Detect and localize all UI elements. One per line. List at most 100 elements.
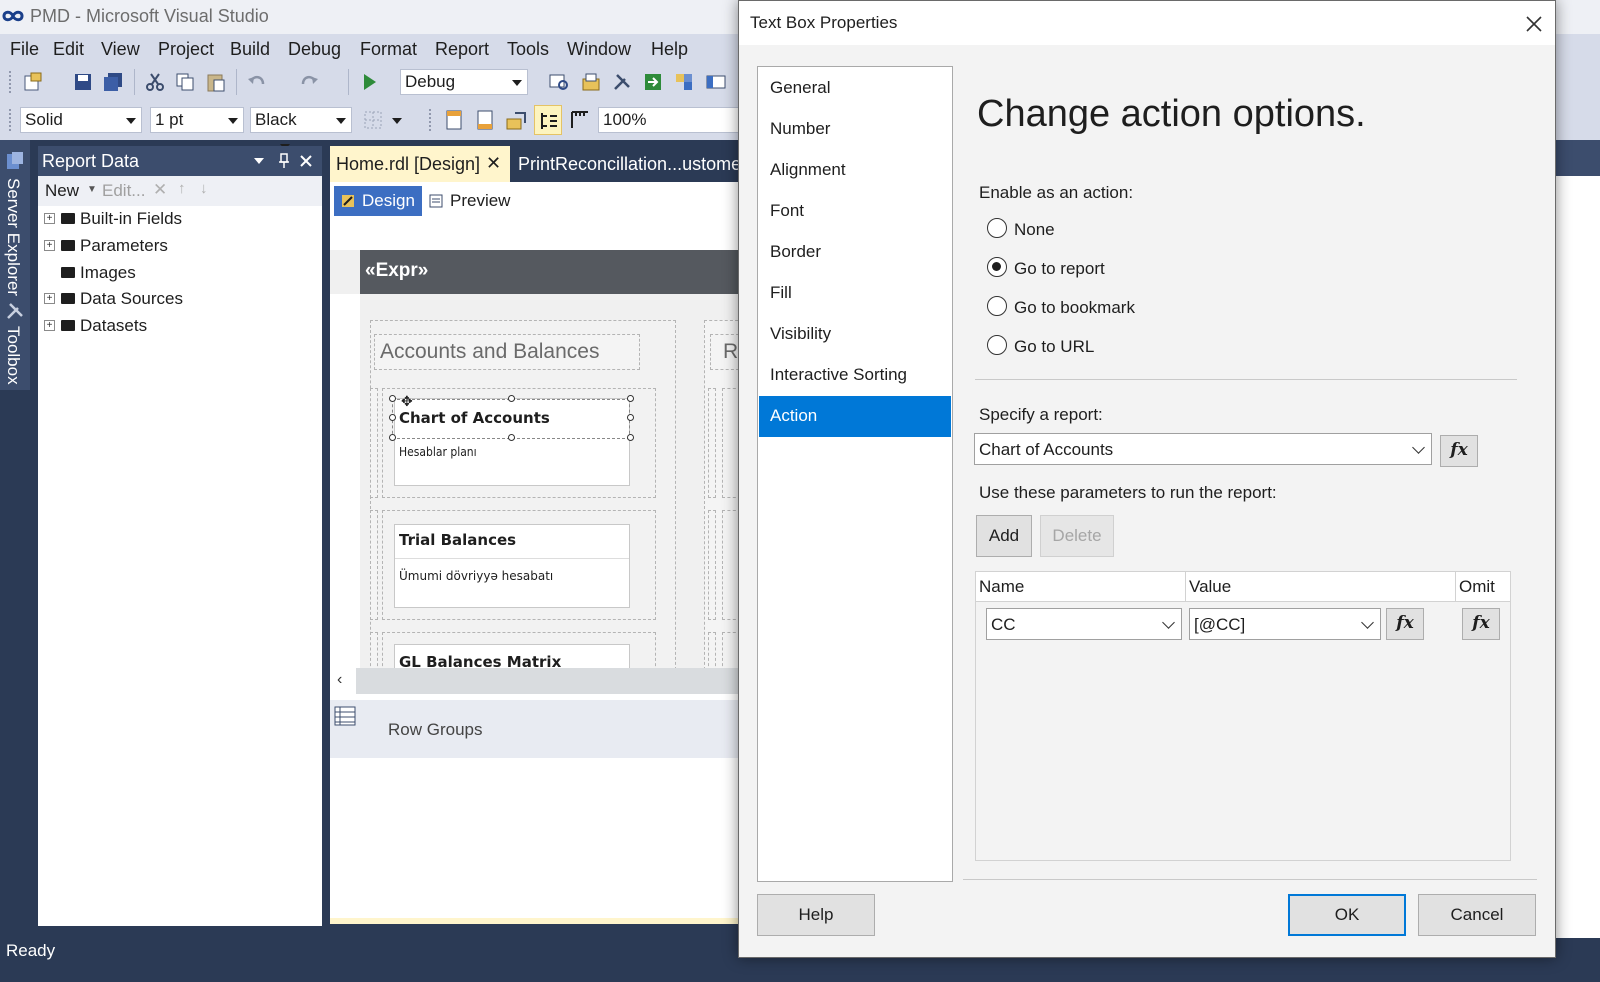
- move-down-icon[interactable]: ↓: [200, 180, 208, 197]
- toolbar-grip[interactable]: [8, 108, 12, 132]
- new-project-icon[interactable]: [22, 71, 44, 93]
- expand-icon[interactable]: +: [44, 320, 55, 331]
- scroll-left-button[interactable]: ‹: [330, 668, 356, 694]
- tab-home-rdl-design[interactable]: Home.rdl [Design] ✕: [330, 146, 510, 182]
- nav-item-general[interactable]: General: [759, 68, 951, 109]
- preview-tab[interactable]: Preview: [450, 191, 510, 211]
- ruler-icon[interactable]: [569, 109, 591, 131]
- line-width-select[interactable]: 1 pt: [150, 107, 244, 133]
- close-icon[interactable]: [298, 153, 314, 169]
- resize-handle[interactable]: [627, 414, 634, 421]
- textbox[interactable]: Trial Balances: [395, 525, 629, 559]
- resize-handle[interactable]: [627, 434, 634, 441]
- new-dropdown-arrow-icon[interactable]: ▼: [87, 184, 97, 195]
- delete-parameter-button[interactable]: Delete: [1040, 515, 1114, 557]
- panel-menu-chevron-down-icon[interactable]: [254, 158, 264, 164]
- selected-textbox[interactable]: Chart of Accounts: [392, 399, 630, 439]
- move-handle-icon[interactable]: ✥: [401, 393, 413, 410]
- copy-icon[interactable]: [174, 71, 196, 93]
- page-footer-icon[interactable]: [474, 109, 496, 131]
- menu-edit[interactable]: Edit: [53, 39, 84, 60]
- report-select[interactable]: Chart of Accounts: [974, 433, 1432, 465]
- radio-go-to-bookmark-label[interactable]: Go to bookmark: [1014, 298, 1135, 318]
- solution-explorer-icon[interactable]: [580, 71, 602, 93]
- line-color-select[interactable]: Black: [250, 107, 352, 133]
- nav-item-fill[interactable]: Fill: [759, 273, 951, 314]
- radio-go-to-report-label[interactable]: Go to report: [1014, 259, 1105, 279]
- resize-handle[interactable]: [389, 395, 396, 402]
- nav-item-interactive-sorting[interactable]: Interactive Sorting: [759, 355, 951, 396]
- server-explorer-tab[interactable]: Server Explorer: [3, 178, 23, 296]
- section-title-box[interactable]: Accounts and Balances: [374, 334, 640, 370]
- preview-icon[interactable]: [428, 193, 444, 209]
- expand-icon[interactable]: +: [44, 293, 55, 304]
- find-in-files-icon[interactable]: [548, 71, 570, 93]
- menu-tools[interactable]: Tools: [507, 39, 549, 60]
- redo-icon[interactable]: [298, 71, 320, 93]
- tree-item-parameters[interactable]: Parameters: [80, 236, 168, 256]
- resize-handle[interactable]: [627, 395, 634, 402]
- border-dropdown-arrow[interactable]: [392, 118, 402, 124]
- zoom-select[interactable]: 100%: [598, 107, 748, 133]
- new-button[interactable]: New: [45, 181, 79, 201]
- delete-icon[interactable]: ✕: [153, 180, 167, 200]
- line-style-select[interactable]: Solid: [20, 107, 142, 133]
- nav-item-number[interactable]: Number: [759, 109, 951, 150]
- radio-go-to-report[interactable]: [987, 257, 1007, 277]
- close-icon[interactable]: [1519, 9, 1549, 39]
- pin-icon[interactable]: [276, 152, 292, 170]
- parameter-value-expression-button[interactable]: fx: [1386, 608, 1424, 640]
- menu-help[interactable]: Help: [651, 39, 688, 60]
- card-gl-balances-matrix[interactable]: GL Balances Matrix: [394, 644, 630, 670]
- class-view-icon[interactable]: [673, 71, 695, 93]
- expand-icon[interactable]: +: [44, 240, 55, 251]
- menu-view[interactable]: View: [101, 39, 140, 60]
- radio-go-to-url[interactable]: [987, 335, 1007, 355]
- nav-item-visibility[interactable]: Visibility: [759, 314, 951, 355]
- nav-item-action[interactable]: Action: [759, 396, 951, 437]
- parameter-name-select[interactable]: CC: [986, 608, 1182, 640]
- report-header-band[interactable]: «Expr»: [360, 250, 750, 294]
- tree-item-images[interactable]: Images: [80, 263, 136, 283]
- grouping-toggle-button[interactable]: [534, 105, 562, 135]
- close-tab-icon[interactable]: ✕: [486, 153, 501, 174]
- radio-go-to-bookmark[interactable]: [987, 296, 1007, 316]
- parameter-value-select[interactable]: [@CC]: [1189, 608, 1381, 640]
- edit-button[interactable]: Edit...: [102, 181, 145, 201]
- nav-item-border[interactable]: Border: [759, 232, 951, 273]
- server-explorer-icon[interactable]: [4, 150, 26, 172]
- cancel-button[interactable]: Cancel: [1418, 894, 1536, 936]
- report-properties-icon[interactable]: [505, 109, 527, 131]
- menu-window[interactable]: Window: [567, 39, 631, 60]
- menu-project[interactable]: Project: [158, 39, 214, 60]
- menu-format[interactable]: Format: [360, 39, 417, 60]
- resize-handle[interactable]: [508, 395, 515, 402]
- move-up-icon[interactable]: ↑: [178, 180, 186, 197]
- tree-item-data-sources[interactable]: Data Sources: [80, 289, 183, 309]
- design-tab[interactable]: Design: [334, 186, 422, 216]
- nav-item-font[interactable]: Font: [759, 191, 951, 232]
- tab-print-reconcillation[interactable]: PrintReconcillation...ustomer.r: [512, 146, 757, 182]
- horizontal-scrollbar[interactable]: ‹: [330, 668, 750, 694]
- radio-none-label[interactable]: None: [1014, 220, 1055, 240]
- expand-icon[interactable]: +: [44, 213, 55, 224]
- help-button[interactable]: Help: [757, 894, 875, 936]
- parameter-omit-expression-button[interactable]: fx: [1462, 608, 1500, 640]
- menu-file[interactable]: File: [10, 39, 39, 60]
- save-all-icon[interactable]: [102, 71, 124, 93]
- solution-configuration-select[interactable]: Debug: [400, 69, 528, 95]
- menu-report[interactable]: Report: [435, 39, 489, 60]
- paste-icon[interactable]: [205, 71, 227, 93]
- toolbar-grip[interactable]: [8, 70, 12, 94]
- ok-button[interactable]: OK: [1288, 894, 1406, 936]
- resize-handle[interactable]: [389, 434, 396, 441]
- menu-debug[interactable]: Debug: [288, 39, 341, 60]
- radio-none[interactable]: [987, 218, 1007, 238]
- save-icon[interactable]: [72, 71, 94, 93]
- start-debugging-icon[interactable]: [358, 71, 380, 93]
- radio-go-to-url-label[interactable]: Go to URL: [1014, 337, 1094, 357]
- resize-handle[interactable]: [389, 414, 396, 421]
- tree-item-datasets[interactable]: Datasets: [80, 316, 147, 336]
- page-header-icon[interactable]: [443, 109, 465, 131]
- import-icon[interactable]: [642, 71, 664, 93]
